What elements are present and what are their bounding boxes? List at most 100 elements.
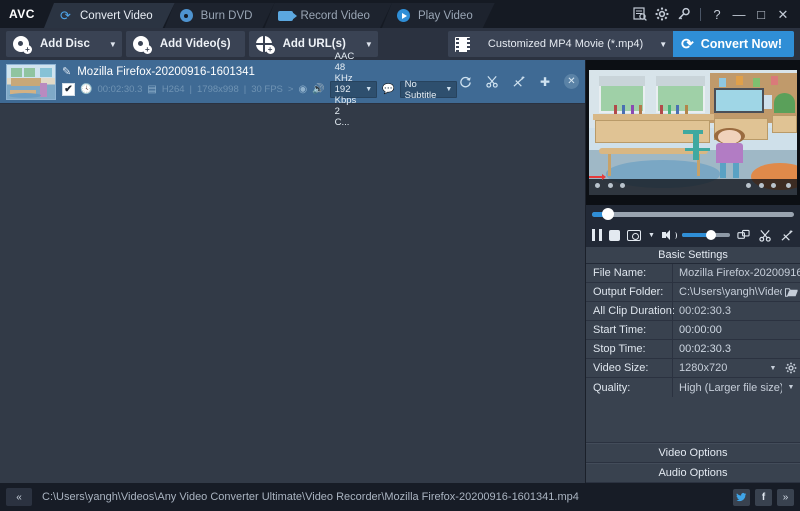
file-checkbox[interactable]: ✔ [62,83,75,96]
main-toolbar: + Add Disc ▼ + Add Video(s) + Add URL(s)… [0,28,800,60]
divider [700,7,701,21]
audio-disc-icon: ◉ [298,84,308,95]
tab-label: Convert Video [80,9,153,22]
twitter-icon[interactable] [733,488,750,506]
add-disc-button[interactable]: + Add Disc ▼ [6,31,122,57]
volume-handle[interactable] [705,230,716,240]
setting-label: Video Size: [593,362,649,374]
file-detail-line: ✔ 🕓 00:02:30.3 ▤ H264 | 1798x998 | 30 FP… [62,51,458,128]
collapse-button[interactable]: « [6,488,32,506]
setting-row-output-folder: Output Folder: C:\Users\yangh\Videos... [586,282,800,302]
convert-icon: ⟳ [681,35,694,53]
film-icon [448,31,478,57]
status-bar: « C:\Users\yangh\Videos\Any Video Conver… [0,483,800,511]
chevron-down-icon[interactable]: ▼ [104,31,122,57]
expand-arrow-icon[interactable]: > [288,84,294,95]
key-icon[interactable] [673,3,695,25]
setting-label: Start Time: [593,324,647,336]
log-icon[interactable] [629,3,651,25]
add-video-button[interactable]: + Add Video(s) [125,31,245,57]
table-row[interactable]: ✎ Mozilla Firefox-20200916-1601341 ✔ 🕓 0… [0,51,585,128]
setting-value[interactable]: 00:00:00 [672,320,800,340]
convert-now-button[interactable]: ⟳ Convert Now! [673,31,794,57]
folder-icon[interactable] [782,287,800,298]
chevron-down-icon[interactable]: ▼ [648,232,655,239]
video-track-icon: ▤ [147,84,157,95]
chevron-down-icon[interactable]: ▼ [653,31,673,57]
effects-icon[interactable] [781,229,794,242]
video-preview[interactable] [586,60,800,205]
snapshot-button[interactable] [627,227,641,243]
maximize-button[interactable]: □ [750,3,772,25]
volume-icon[interactable] [661,227,677,243]
seek-bar[interactable] [586,205,800,223]
player-controls: ▼ [586,223,800,247]
disc-plus-icon: + [6,31,36,57]
expand-button[interactable]: » [777,488,794,506]
scissors-icon[interactable] [486,75,499,88]
tab-label: Play Video [417,9,473,22]
audio-track-select[interactable]: AAC 48 KHz 192 Kbps 2 C... ▼ [329,51,378,128]
video-resolution: 1798x998 [197,84,239,95]
add-url-button[interactable]: + Add URL(s) ▼ [248,31,378,57]
seek-track[interactable] [592,208,794,220]
facebook-icon[interactable]: f [755,488,772,506]
setting-row-video-size: Video Size: 1280x720 ▼ [586,358,800,378]
setting-value[interactable]: 1280x720 [672,358,764,378]
file-title-line: ✎ Mozilla Firefox-20200916-1601341 [62,65,445,79]
window-controls: ? — □ ✕ [629,0,794,28]
setting-value[interactable]: C:\Users\yangh\Videos... [672,282,782,302]
gear-icon[interactable] [651,3,673,25]
red-arrow-annotation [589,174,606,181]
empty-list-area [0,104,585,483]
effects-icon[interactable] [513,75,526,88]
minimize-button[interactable]: — [728,3,750,25]
stop-button[interactable] [609,227,620,243]
separator: | [243,84,247,95]
audio-track-value: AAC 48 KHz 192 Kbps 2 C... [334,51,357,128]
tab-burn-dvd[interactable]: Burn DVD [165,3,275,28]
rotate-icon[interactable] [459,75,472,88]
social-buttons: f » [733,488,794,506]
main-tabs: ⟳ Convert Video Burn DVD Record Video Pl… [44,0,485,28]
chevron-down-icon[interactable]: ▼ [360,31,378,57]
row-actions: ✚ ✕ [459,74,579,89]
chevron-down-icon[interactable]: ▼ [782,384,800,391]
add-url-label: Add URL(s) [282,38,346,50]
setting-row-file-name: File Name: Mozilla Firefox-20200916-1... [586,263,800,283]
tab-play-video[interactable]: Play Video [382,3,495,28]
pencil-icon[interactable]: ✎ [62,65,71,78]
convert-icon: ⟳ [60,8,71,23]
clone-icon[interactable] [737,229,750,242]
clock-icon: 🕓 [80,84,93,95]
gear-icon[interactable] [782,362,800,374]
setting-value: 00:02:30.3 [672,301,800,321]
file-list-panel: ✎ Mozilla Firefox-20200916-1601341 ✔ 🕓 0… [0,51,585,483]
pause-button[interactable] [592,227,602,243]
setting-row-stop-time: Stop Time: 00:02:30.3 [586,339,800,359]
setting-value[interactable]: High (Larger file size) [672,378,782,397]
audio-options-button[interactable]: Audio Options [586,463,800,483]
output-profile-select[interactable]: Customized MP4 Movie (*.mp4) ▼ [447,31,674,57]
volume-slider[interactable] [681,230,730,240]
video-options-button[interactable]: Video Options [586,443,800,463]
file-meta: ✎ Mozilla Firefox-20200916-1601341 ✔ 🕓 0… [62,51,458,128]
basic-settings-table: File Name: Mozilla Firefox-20200916-1...… [586,263,800,397]
separator: | [189,84,192,95]
video-thumbnail [6,63,56,100]
help-button[interactable]: ? [706,3,728,25]
setting-row-start-time: Start Time: 00:00:00 [586,320,800,340]
close-button[interactable]: ✕ [772,3,794,25]
right-panel: ▼ Basic Settings File Name: Mozilla Fire… [585,60,800,483]
seek-handle[interactable] [602,208,615,220]
add-clip-icon[interactable]: ✚ [540,75,550,89]
tab-convert-video[interactable]: ⟳ Convert Video [44,3,175,28]
setting-value[interactable]: Mozilla Firefox-20200916-1... [672,263,800,283]
setting-value[interactable]: 00:02:30.3 [672,339,800,359]
tab-record-video[interactable]: Record Video [264,3,391,28]
subtitle-select[interactable]: No Subtitle ▼ [399,79,458,101]
setting-label: Quality: [593,381,631,394]
chevron-down-icon[interactable]: ▼ [764,365,782,372]
scissors-icon[interactable] [759,229,772,242]
remove-file-button[interactable]: ✕ [564,74,579,89]
